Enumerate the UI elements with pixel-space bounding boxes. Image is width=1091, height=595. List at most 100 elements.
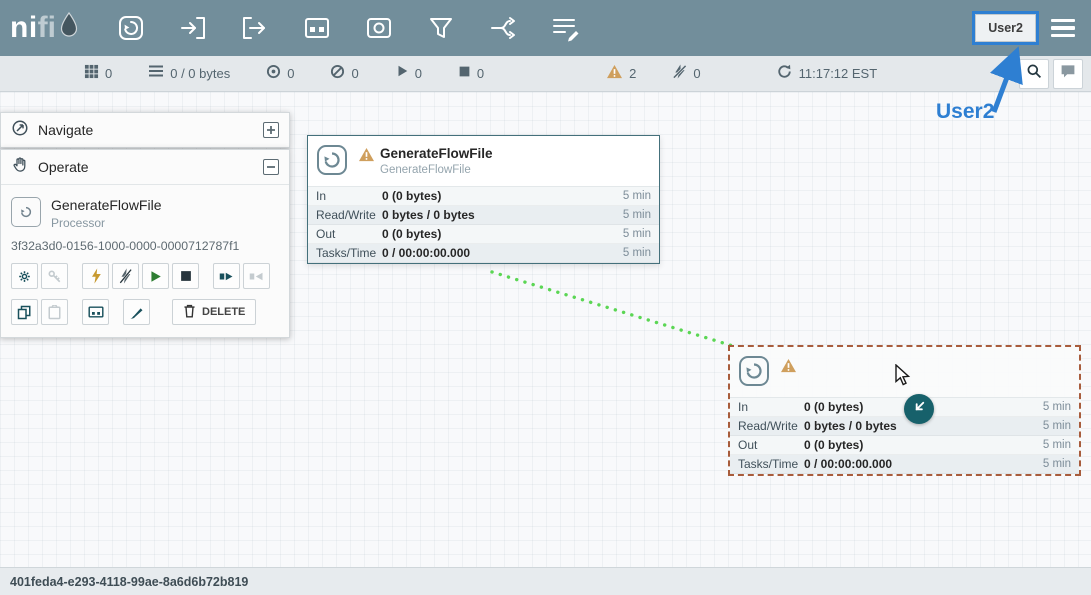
delete-button-label: DELETE [202, 306, 245, 318]
refresh-icon [777, 64, 792, 84]
warning-triangle-icon [606, 64, 623, 84]
paste-button[interactable] [41, 299, 68, 325]
copy-button[interactable] [11, 299, 38, 325]
disable-lightning-slash-button[interactable] [112, 263, 139, 289]
delete-button[interactable]: DELETE [172, 299, 256, 325]
stat-label: In [316, 189, 382, 203]
component-toolbar [114, 11, 582, 45]
operate-palette-row-1 [1, 253, 289, 289]
navigate-expand-button[interactable] [263, 122, 279, 138]
stopped-count: 0 [477, 66, 484, 81]
process-group-tool-icon[interactable] [300, 11, 334, 45]
stat-row-in: In 0 (0 bytes) 5 min [308, 187, 659, 206]
global-menu-button[interactable] [1049, 15, 1077, 42]
remote-process-group-tool-icon[interactable] [362, 11, 396, 45]
processor-icon [11, 197, 41, 227]
stat-window: 5 min [1043, 439, 1071, 451]
current-user-button[interactable]: User2 [975, 14, 1036, 42]
active-threads-count: 0 [105, 66, 112, 81]
transmitting-count: 0 [287, 66, 294, 81]
arrow-into-icon [912, 399, 927, 419]
disabled-count: 0 [693, 66, 700, 81]
processor-type: GenerateFlowFile [380, 164, 493, 176]
stat-row-readwrite: Read/Write 0 bytes / 0 bytes 5 min [730, 417, 1079, 436]
stat-row-out: Out 0 (0 bytes) 5 min [730, 436, 1079, 455]
footer-breadcrumb-bar: 401feda4-e293-4118-99ae-8a6d6b72b819 [0, 567, 1091, 595]
bulletin-panel-button[interactable] [1053, 59, 1083, 89]
stat-window: 5 min [1043, 458, 1071, 470]
fill-color-brush-button[interactable] [123, 299, 150, 325]
operate-panel-body: GenerateFlowFile Processor 3f32a3d0-0156… [1, 184, 289, 337]
enable-lightning-button[interactable] [82, 263, 109, 289]
stat-row-taskstime: Tasks/Time 0 / 00:00:00.000 5 min [308, 244, 659, 263]
stat-value: 0 bytes / 0 bytes [382, 208, 623, 222]
invalid-count: 2 [629, 66, 636, 81]
navigate-compass-icon [11, 119, 29, 142]
operate-collapse-button[interactable] [263, 159, 279, 175]
stat-window: 5 min [1043, 401, 1071, 413]
navigate-panel-title: Navigate [38, 122, 254, 138]
label-tool-icon[interactable] [548, 11, 582, 45]
stat-label: Tasks/Time [738, 457, 804, 471]
not-transmitting-icon [330, 64, 345, 84]
stat-value: 0 (0 bytes) [804, 438, 1043, 452]
operate-panel-title: Operate [38, 159, 254, 175]
processor-generateflowfile[interactable]: GenerateFlowFile GenerateFlowFile In 0 (… [307, 135, 660, 264]
operate-hand-icon [11, 156, 29, 179]
processor-icon [738, 355, 770, 392]
trash-icon [183, 304, 196, 321]
stat-label: Out [316, 227, 382, 241]
refresh-status[interactable]: 11:17:12 EST [777, 64, 878, 84]
bulletin-panel-icon [1060, 63, 1076, 84]
mouse-cursor [894, 364, 912, 391]
stopped-square-icon [458, 65, 471, 83]
statusbar-right [1015, 59, 1083, 89]
disabled-status: 0 [672, 64, 700, 84]
processor-stats: In 0 (0 bytes) 5 min Read/Write 0 bytes … [308, 186, 659, 263]
input-port-tool-icon[interactable] [176, 11, 210, 45]
output-port-tool-icon[interactable] [238, 11, 272, 45]
stop-square-button[interactable] [172, 263, 199, 289]
nifi-logo: nifi [0, 11, 80, 46]
create-template-button[interactable] [213, 263, 240, 289]
processor-name: GenerateFlowFile [380, 146, 493, 161]
status-bar: 0 0 / 0 bytes 0 0 0 [0, 56, 1091, 92]
funnel-tool-icon[interactable] [424, 11, 458, 45]
operate-panel-header: Operate [1, 150, 289, 184]
template-tool-icon[interactable] [486, 11, 520, 45]
settings-gear-button[interactable] [11, 263, 38, 289]
warning-triangle-icon [358, 147, 375, 167]
processor-icon [316, 144, 348, 181]
stat-window: 5 min [623, 209, 651, 221]
stat-label: Tasks/Time [316, 246, 382, 260]
user-highlight-box: User2 [972, 11, 1039, 45]
processor-header: GenerateFlowFile GenerateFlowFile [308, 136, 659, 186]
nifi-app: nifi [0, 0, 1091, 595]
warning-triangle-icon [780, 358, 797, 378]
transmitting-icon [266, 64, 281, 84]
breadcrumb[interactable]: 401feda4-e293-4118-99ae-8a6d6b72b819 [10, 575, 248, 589]
upload-template-button[interactable] [243, 263, 270, 289]
access-key-button[interactable] [41, 263, 68, 289]
stat-row-out: Out 0 (0 bytes) 5 min [308, 225, 659, 244]
bolt-slash-icon [672, 64, 687, 84]
running-play-icon [395, 64, 409, 83]
search-button[interactable] [1019, 59, 1049, 89]
flow-canvas[interactable]: Navigate Operate [0, 92, 1091, 567]
queued-list-icon [148, 64, 164, 83]
queued-data-status: 0 / 0 bytes [148, 64, 230, 83]
invalid-status: 2 [606, 64, 636, 84]
selected-component-id: 3f32a3d0-0156-1000-0000-0000712787f1 [1, 230, 289, 253]
stat-value: 0 / 00:00:00.000 [382, 246, 623, 260]
stat-value: 0 (0 bytes) [382, 189, 623, 203]
processor-tool-icon[interactable] [114, 11, 148, 45]
operate-palette-row-2: DELETE [1, 289, 289, 325]
stat-window: 5 min [623, 228, 651, 240]
selected-component-text: GenerateFlowFile Processor [51, 197, 162, 230]
running-status: 0 [395, 64, 422, 83]
group-button[interactable] [82, 299, 109, 325]
start-play-button[interactable] [142, 263, 169, 289]
stat-window: 5 min [623, 190, 651, 202]
drop-copy-badge [904, 394, 934, 424]
not-transmitting-status: 0 [330, 64, 358, 84]
